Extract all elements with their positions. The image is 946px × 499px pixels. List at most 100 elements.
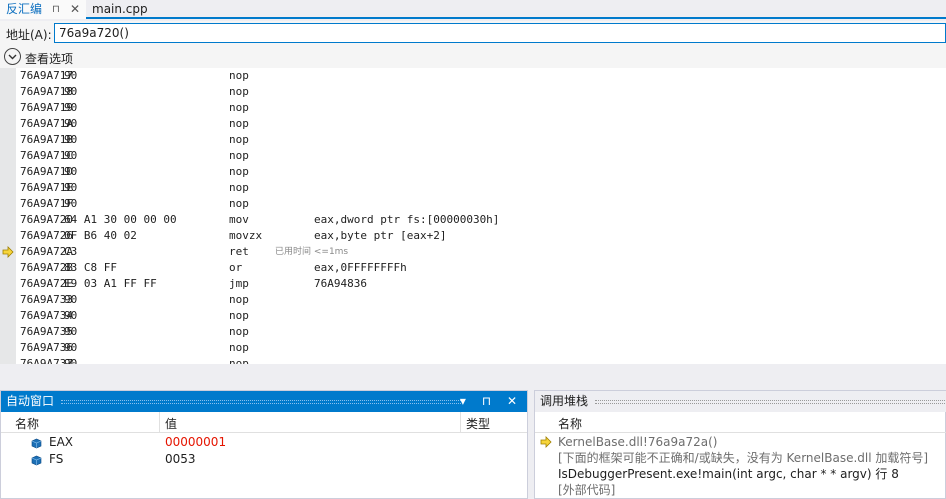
instruction-mnemonic: nop bbox=[229, 325, 249, 338]
title-grip bbox=[61, 400, 461, 404]
call-stack-frame[interactable]: [下面的框架可能不正确和/或缺失，没有为 KernelBase.dll 加载符号… bbox=[535, 450, 946, 466]
disassembly-line[interactable]: 76A9A71C 90 nop bbox=[0, 148, 946, 164]
autos-title: 自动窗口 bbox=[6, 394, 55, 408]
call-stack-frame-text: [下面的框架可能不正确和/或缺失，没有为 KernelBase.dll 加载符号… bbox=[558, 451, 929, 465]
instruction-bytes: 90 bbox=[64, 325, 78, 338]
view-options-label: 查看选项 bbox=[25, 52, 74, 66]
instruction-mnemonic: movzx bbox=[229, 229, 263, 242]
instruction-mnemonic: ret bbox=[229, 245, 249, 258]
autos-row[interactable]: FS 0053 bbox=[1, 451, 527, 468]
disassembly-line[interactable]: 76A9A718 90 nop bbox=[0, 84, 946, 100]
disassembly-line[interactable]: 76A9A733 90 nop bbox=[0, 292, 946, 308]
disassembly-line[interactable]: 76A9A71F 90 nop bbox=[0, 196, 946, 212]
instruction-mnemonic: nop bbox=[229, 85, 249, 98]
disassembly-line[interactable]: 76A9A72B 83 C8 FF or eax,0FFFFFFFFh bbox=[0, 260, 946, 276]
autos-title-bar[interactable]: 自动窗口 ▾ ⊓ ✕ bbox=[1, 391, 527, 412]
close-icon[interactable]: ✕ bbox=[70, 0, 80, 19]
instruction-operands: 76A94836 bbox=[314, 277, 367, 290]
call-stack-header: 名称 bbox=[535, 412, 946, 433]
instruction-operands: eax,dword ptr fs:[00000030h] bbox=[314, 213, 500, 226]
column-header-value[interactable]: 值 bbox=[165, 415, 177, 432]
autos-row[interactable]: EAX 00000001 bbox=[1, 434, 527, 451]
autos-window: 自动窗口 ▾ ⊓ ✕ 名称 值 类型 EAX 00000001 FS 0053 bbox=[0, 390, 528, 499]
disassembly-line[interactable]: 76A9A71D 90 nop bbox=[0, 164, 946, 180]
tab-main-cpp-label: main.cpp bbox=[92, 2, 148, 16]
disassembly-line[interactable]: 76A9A717 90 nop bbox=[0, 68, 946, 84]
instruction-mnemonic: nop bbox=[229, 101, 249, 114]
variable-name: EAX bbox=[49, 435, 74, 449]
disassembly-view[interactable]: 76A9A717 90 nop 76A9A718 90 nop 76A9A719 90 nop 7… bbox=[0, 68, 946, 364]
instruction-mnemonic: nop bbox=[229, 133, 249, 146]
call-stack-window: 调用堆栈 名称 KernelBase.dll!76a9a72a() [下面的框架可… bbox=[534, 390, 946, 499]
instruction-bytes: 0F B6 40 02 bbox=[64, 229, 137, 242]
column-header-type[interactable]: 类型 bbox=[466, 415, 490, 432]
call-stack-title: 调用堆栈 bbox=[540, 394, 589, 408]
address-label: 地址(A): bbox=[6, 28, 52, 42]
column-header-name[interactable]: 名称 bbox=[558, 415, 582, 432]
autos-header: 名称 值 类型 bbox=[1, 412, 527, 433]
title-grip bbox=[595, 400, 946, 404]
instruction-bytes: 90 bbox=[64, 197, 78, 210]
disassembly-line[interactable]: 76A9A736 90 nop bbox=[0, 340, 946, 356]
call-stack-frame-text: IsDebuggerPresent.exe!main(int argc, cha… bbox=[558, 467, 899, 481]
instruction-bytes: 90 bbox=[64, 181, 78, 194]
address-input[interactable] bbox=[54, 23, 946, 43]
variable-value[interactable]: 00000001 bbox=[165, 434, 226, 451]
disassembly-line[interactable]: 76A9A71E 90 nop bbox=[0, 180, 946, 196]
disassembly-line[interactable]: 76A9A735 90 nop bbox=[0, 324, 946, 340]
document-tab-strip: 反汇编 ⊓ ✕ main.cpp bbox=[0, 0, 946, 19]
instruction-pointer-arrow-icon bbox=[2, 246, 14, 258]
call-stack-frame[interactable]: KernelBase.dll!76a9a72a() bbox=[535, 434, 946, 450]
instruction-mnemonic: nop bbox=[229, 197, 249, 210]
disassembly-line[interactable]: 76A9A726 0F B6 40 02 movzx eax,byte ptr [ea… bbox=[0, 228, 946, 244]
instruction-mnemonic: nop bbox=[229, 149, 249, 162]
disassembly-line[interactable]: 76A9A72A C3 ret 已用时间 <=1ms bbox=[0, 244, 946, 260]
instruction-mnemonic: nop bbox=[229, 165, 249, 178]
disassembly-line[interactable]: 76A9A72E E9 03 A1 FF FF jmp 76A94836 bbox=[0, 276, 946, 292]
pin-icon[interactable]: ⊓ bbox=[52, 0, 60, 19]
tab-disassembly-label: 反汇编 bbox=[6, 2, 43, 16]
variable-value[interactable]: 0053 bbox=[165, 451, 196, 468]
current-frame-arrow-icon bbox=[540, 436, 552, 448]
instruction-mnemonic: nop bbox=[229, 117, 249, 130]
disassembly-line[interactable]: 76A9A734 90 nop bbox=[0, 308, 946, 324]
instruction-mnemonic: or bbox=[229, 261, 243, 274]
instruction-bytes: 90 bbox=[64, 85, 78, 98]
pane-splitter[interactable] bbox=[0, 364, 946, 390]
instruction-bytes: 90 bbox=[64, 309, 78, 322]
instruction-mnemonic: jmp bbox=[229, 277, 249, 290]
instruction-bytes: 90 bbox=[64, 117, 78, 130]
register-icon bbox=[31, 454, 42, 466]
instruction-bytes: 90 bbox=[64, 341, 78, 354]
chevron-down-icon[interactable] bbox=[4, 48, 21, 65]
instruction-mnemonic: mov bbox=[229, 213, 249, 226]
disassembly-line[interactable]: 76A9A737 90 nop bbox=[0, 356, 946, 364]
view-options[interactable]: 查看选项 bbox=[0, 46, 946, 68]
instruction-bytes: E9 03 A1 FF FF bbox=[64, 277, 157, 290]
instruction-bytes: 90 bbox=[64, 293, 78, 306]
call-stack-frame-text: KernelBase.dll!76a9a72a() bbox=[558, 435, 718, 449]
column-header-name[interactable]: 名称 bbox=[15, 415, 39, 432]
instruction-bytes: 90 bbox=[64, 69, 78, 82]
call-stack-frame[interactable]: IsDebuggerPresent.exe!main(int argc, cha… bbox=[535, 466, 946, 482]
instruction-bytes: 90 bbox=[64, 357, 78, 364]
disassembly-line[interactable]: 76A9A71A 90 nop bbox=[0, 116, 946, 132]
call-stack-frame[interactable]: [外部代码] bbox=[535, 482, 946, 498]
instruction-mnemonic: nop bbox=[229, 357, 249, 364]
call-stack-frame-text: [外部代码] bbox=[558, 483, 616, 497]
instruction-bytes: 90 bbox=[64, 133, 78, 146]
call-stack-title-bar[interactable]: 调用堆栈 bbox=[535, 391, 946, 412]
register-icon bbox=[31, 437, 42, 449]
tab-main-cpp[interactable]: main.cpp bbox=[86, 0, 156, 19]
variable-name: FS bbox=[49, 452, 64, 466]
column-divider[interactable] bbox=[159, 412, 160, 433]
disassembly-line[interactable]: 76A9A71B 90 nop bbox=[0, 132, 946, 148]
disassembly-line[interactable]: 76A9A720 64 A1 30 00 00 00 mov eax,dword pt… bbox=[0, 212, 946, 228]
disassembly-line[interactable]: 76A9A719 90 nop bbox=[0, 100, 946, 116]
column-divider[interactable] bbox=[460, 412, 461, 433]
instruction-operands: eax,0FFFFFFFFh bbox=[314, 261, 407, 274]
instruction-bytes: C3 bbox=[64, 245, 78, 258]
tab-disassembly[interactable]: 反汇编 ⊓ ✕ bbox=[0, 0, 86, 19]
autos-window-buttons[interactable]: ▾ ⊓ ✕ bbox=[460, 391, 523, 412]
instruction-mnemonic: nop bbox=[229, 69, 249, 82]
